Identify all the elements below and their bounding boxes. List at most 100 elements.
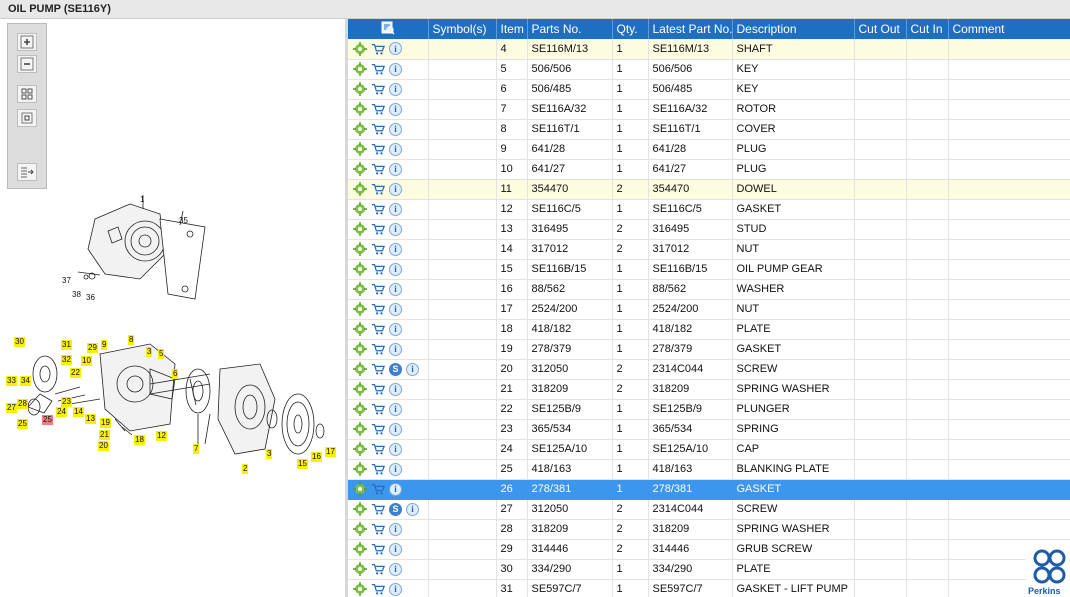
callout-13[interactable]: 13 bbox=[85, 414, 96, 424]
cart-icon[interactable] bbox=[371, 562, 385, 576]
callout-38[interactable]: 38 bbox=[71, 290, 82, 300]
gear-icon[interactable] bbox=[353, 402, 367, 416]
gear-icon[interactable] bbox=[353, 362, 367, 376]
cart-icon[interactable] bbox=[371, 242, 385, 256]
info-icon[interactable]: i bbox=[389, 562, 402, 576]
cart-icon[interactable] bbox=[371, 302, 385, 316]
callout-20[interactable]: 20 bbox=[98, 441, 109, 451]
table-row[interactable]: i 28 318209 2 318209 SPRING WASHER bbox=[348, 519, 1070, 540]
header-actions[interactable] bbox=[348, 19, 429, 39]
supersession-icon[interactable]: S bbox=[389, 362, 402, 376]
callout-2[interactable]: 2 bbox=[242, 464, 249, 474]
header-cut-out[interactable]: Cut Out bbox=[854, 19, 907, 39]
callout-31[interactable]: 31 bbox=[61, 340, 72, 350]
gear-icon[interactable] bbox=[353, 562, 367, 576]
header-item[interactable]: Item bbox=[496, 19, 528, 39]
table-row[interactable]: i 14 317012 2 317012 NUT bbox=[348, 239, 1070, 260]
header-description[interactable]: Description bbox=[732, 19, 855, 39]
callout-10[interactable]: 10 bbox=[81, 356, 92, 366]
table-row[interactable]: i 15 SE116B/15 1 SE116B/15 OIL PUMP GEAR bbox=[348, 259, 1070, 280]
gear-icon[interactable] bbox=[353, 282, 367, 296]
gear-icon[interactable] bbox=[353, 202, 367, 216]
cart-icon[interactable] bbox=[371, 482, 385, 496]
actual-size-button[interactable] bbox=[17, 109, 37, 127]
callout-29[interactable]: 29 bbox=[87, 343, 98, 353]
callout-30[interactable]: 30 bbox=[14, 337, 25, 347]
gear-icon[interactable] bbox=[353, 422, 367, 436]
callout-19[interactable]: 19 bbox=[100, 418, 111, 428]
info-icon[interactable]: i bbox=[389, 402, 402, 416]
callout-21[interactable]: 21 bbox=[99, 430, 110, 440]
table-row[interactable]: i 26 278/381 1 278/381 GASKET bbox=[348, 479, 1070, 500]
header-comment[interactable]: Comment bbox=[948, 19, 1070, 39]
callout-8[interactable]: 8 bbox=[128, 335, 135, 345]
table-row[interactable]: Si 27 312050 2 2314C044 SCREW bbox=[348, 499, 1070, 520]
gear-icon[interactable] bbox=[353, 442, 367, 456]
drawing-panel[interactable]: 1 35 37 38 36 30 31 32 33 34 29 9 8 10 3… bbox=[0, 19, 345, 597]
callout-34[interactable]: 34 bbox=[20, 376, 31, 386]
info-icon[interactable]: i bbox=[406, 362, 419, 376]
callout-25[interactable]: 25 bbox=[17, 419, 28, 429]
cart-icon[interactable] bbox=[371, 522, 385, 536]
supersession-icon[interactable]: S bbox=[389, 502, 402, 516]
info-icon[interactable]: i bbox=[389, 302, 402, 316]
table-row[interactable]: i 22 SE125B/9 1 SE125B/9 PLUNGER bbox=[348, 399, 1070, 420]
gear-icon[interactable] bbox=[353, 262, 367, 276]
cart-icon[interactable] bbox=[371, 162, 385, 176]
cart-icon[interactable] bbox=[371, 182, 385, 196]
cart-icon[interactable] bbox=[371, 82, 385, 96]
callout-5[interactable]: 5 bbox=[158, 349, 165, 359]
info-icon[interactable]: i bbox=[389, 222, 402, 236]
callout-3[interactable]: 3 bbox=[146, 347, 153, 357]
info-icon[interactable]: i bbox=[389, 122, 402, 136]
gear-icon[interactable] bbox=[353, 182, 367, 196]
cart-icon[interactable] bbox=[371, 122, 385, 136]
gear-icon[interactable] bbox=[353, 502, 367, 516]
callout-27[interactable]: 27 bbox=[6, 403, 17, 413]
cart-icon[interactable] bbox=[371, 382, 385, 396]
exploded-diagram[interactable]: 1 35 37 38 36 30 31 32 33 34 29 9 8 10 3… bbox=[0, 169, 345, 479]
gear-icon[interactable] bbox=[353, 582, 367, 596]
table-row[interactable]: i 13 316495 2 316495 STUD bbox=[348, 219, 1070, 240]
gear-icon[interactable] bbox=[353, 222, 367, 236]
info-icon[interactable]: i bbox=[389, 102, 402, 116]
callout-12[interactable]: 12 bbox=[156, 431, 167, 441]
cart-icon[interactable] bbox=[371, 442, 385, 456]
cart-icon[interactable] bbox=[371, 262, 385, 276]
callout-24[interactable]: 24 bbox=[56, 407, 67, 417]
info-icon[interactable]: i bbox=[389, 202, 402, 216]
gear-icon[interactable] bbox=[353, 82, 367, 96]
info-icon[interactable]: i bbox=[389, 262, 402, 276]
gear-icon[interactable] bbox=[353, 242, 367, 256]
callout-16[interactable]: 16 bbox=[311, 452, 322, 462]
info-icon[interactable]: i bbox=[389, 162, 402, 176]
cart-icon[interactable] bbox=[371, 102, 385, 116]
zoom-out-button[interactable] bbox=[17, 55, 37, 73]
gear-icon[interactable] bbox=[353, 162, 367, 176]
info-icon[interactable]: i bbox=[389, 62, 402, 76]
cart-icon[interactable] bbox=[371, 142, 385, 156]
table-row[interactable]: i 25 418/163 1 418/163 BLANKING PLATE bbox=[348, 459, 1070, 480]
search-list-icon[interactable] bbox=[381, 21, 395, 35]
info-icon[interactable]: i bbox=[389, 242, 402, 256]
table-row[interactable]: i 8 SE116T/1 1 SE116T/1 COVER bbox=[348, 119, 1070, 140]
table-row[interactable]: i 9 641/28 1 641/28 PLUG bbox=[348, 139, 1070, 160]
info-icon[interactable]: i bbox=[389, 442, 402, 456]
callout-7[interactable]: 7 bbox=[193, 444, 200, 454]
info-icon[interactable]: i bbox=[389, 422, 402, 436]
table-row[interactable]: i 29 314446 2 314446 GRUB SCREW bbox=[348, 539, 1070, 560]
cart-icon[interactable] bbox=[371, 582, 385, 596]
header-symbols[interactable]: Symbol(s) bbox=[428, 19, 497, 39]
info-icon[interactable]: i bbox=[389, 382, 402, 396]
callout-3b[interactable]: 3 bbox=[266, 449, 273, 459]
table-row[interactable]: i 12 SE116C/5 1 SE116C/5 GASKET bbox=[348, 199, 1070, 220]
gear-icon[interactable] bbox=[353, 62, 367, 76]
cart-icon[interactable] bbox=[371, 42, 385, 56]
info-icon[interactable]: i bbox=[389, 82, 402, 96]
table-row[interactable]: i 11 354470 2 354470 DOWEL bbox=[348, 179, 1070, 200]
gear-icon[interactable] bbox=[353, 41, 367, 56]
zoom-in-button[interactable] bbox=[17, 33, 37, 51]
table-row[interactable]: i 10 641/27 1 641/27 PLUG bbox=[348, 159, 1070, 180]
callout-6[interactable]: 6 bbox=[172, 369, 179, 379]
callout-1[interactable]: 1 bbox=[139, 195, 145, 205]
